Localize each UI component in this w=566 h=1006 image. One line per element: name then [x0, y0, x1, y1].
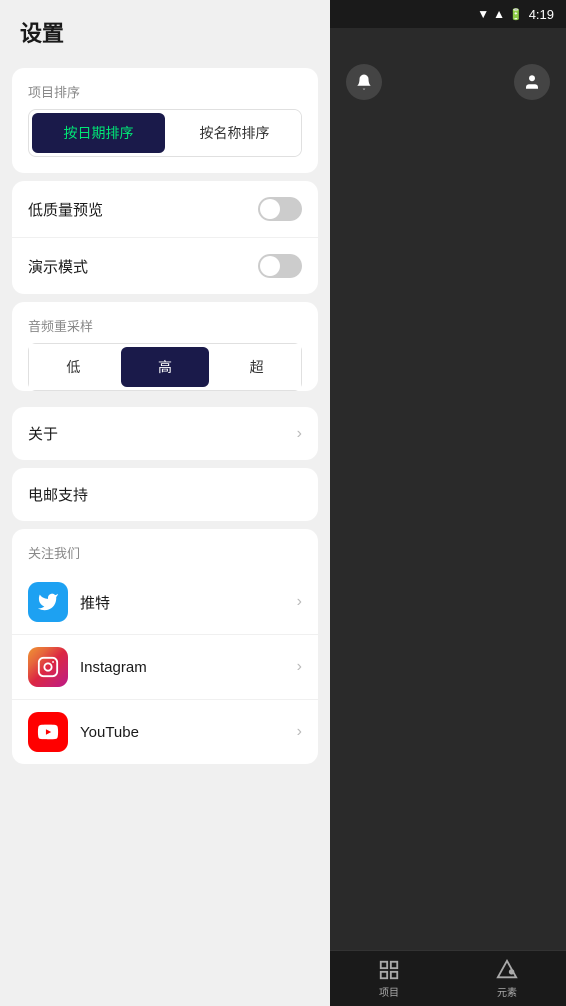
- audio-super-button[interactable]: 超: [212, 344, 301, 390]
- follow-label: 关注我们: [12, 529, 318, 570]
- bottom-nav: 项目 元素: [330, 950, 566, 1006]
- twitter-item[interactable]: 推特 ›: [12, 570, 318, 635]
- status-time: 4:19: [529, 7, 554, 22]
- audio-section-label: 音频重采样: [12, 302, 318, 343]
- demo-mode-label: 演示模式: [28, 256, 88, 277]
- signal-icon: ▲: [493, 7, 505, 21]
- about-chevron-icon: ›: [297, 425, 302, 443]
- youtube-chevron-icon: ›: [297, 723, 302, 741]
- toggle-section: 低质量预览 演示模式: [12, 181, 318, 294]
- nav-label-projects: 项目: [379, 984, 399, 999]
- notification-icon[interactable]: [346, 64, 382, 100]
- sort-by-date-button[interactable]: 按日期排序: [32, 113, 165, 153]
- youtube-icon: [28, 712, 68, 752]
- right-top-icons: [330, 28, 566, 108]
- low-quality-toggle[interactable]: [258, 197, 302, 221]
- youtube-item[interactable]: YouTube ›: [12, 700, 318, 764]
- demo-mode-toggle[interactable]: [258, 254, 302, 278]
- low-quality-row: 低质量预览: [12, 181, 318, 238]
- follow-section: 关注我们 推特 › Instagram ›: [12, 529, 318, 764]
- audio-section: 音频重采样 低 高 超: [12, 302, 318, 391]
- instagram-item[interactable]: Instagram ›: [12, 635, 318, 700]
- low-quality-label: 低质量预览: [28, 199, 103, 220]
- nav-label-elements: 元素: [497, 984, 517, 999]
- about-item[interactable]: 关于 ›: [12, 407, 318, 460]
- instagram-chevron-icon: ›: [297, 658, 302, 676]
- twitter-name: 推特: [80, 592, 297, 613]
- profile-icon[interactable]: [514, 64, 550, 100]
- twitter-chevron-icon: ›: [297, 593, 302, 611]
- projects-icon: [378, 959, 400, 981]
- nav-item-elements[interactable]: 元素: [448, 959, 566, 999]
- audio-low-button[interactable]: 低: [29, 344, 118, 390]
- youtube-name: YouTube: [80, 724, 297, 741]
- nav-item-projects[interactable]: 项目: [330, 959, 448, 999]
- email-label: 电邮支持: [28, 484, 88, 505]
- audio-high-button[interactable]: 高: [121, 347, 210, 387]
- page-title: 设置: [0, 0, 330, 60]
- instagram-name: Instagram: [80, 659, 297, 676]
- sort-section-label: 项目排序: [12, 68, 318, 109]
- audio-button-group: 低 高 超: [28, 343, 302, 391]
- sort-section: 项目排序 按日期排序 按名称排序: [12, 68, 318, 173]
- twitter-icon: [28, 582, 68, 622]
- battery-icon: 🔋: [509, 8, 523, 21]
- email-support-item[interactable]: 电邮支持: [12, 468, 318, 521]
- right-panel: ▼ ▲ 🔋 4:19: [330, 0, 566, 1006]
- status-bar: ▼ ▲ 🔋 4:19: [330, 0, 566, 28]
- instagram-icon: [28, 647, 68, 687]
- sort-by-name-button[interactable]: 按名称排序: [168, 110, 301, 156]
- wifi-icon: ▼: [477, 7, 489, 21]
- sort-button-group: 按日期排序 按名称排序: [28, 109, 302, 157]
- demo-mode-row: 演示模式: [12, 238, 318, 294]
- elements-icon: [496, 959, 518, 981]
- left-panel: 设置 项目排序 按日期排序 按名称排序 低质量预览 演示模式 音频重采样 低 高…: [0, 0, 330, 1006]
- about-label: 关于: [28, 423, 58, 444]
- status-icons: ▼ ▲ 🔋: [477, 7, 522, 21]
